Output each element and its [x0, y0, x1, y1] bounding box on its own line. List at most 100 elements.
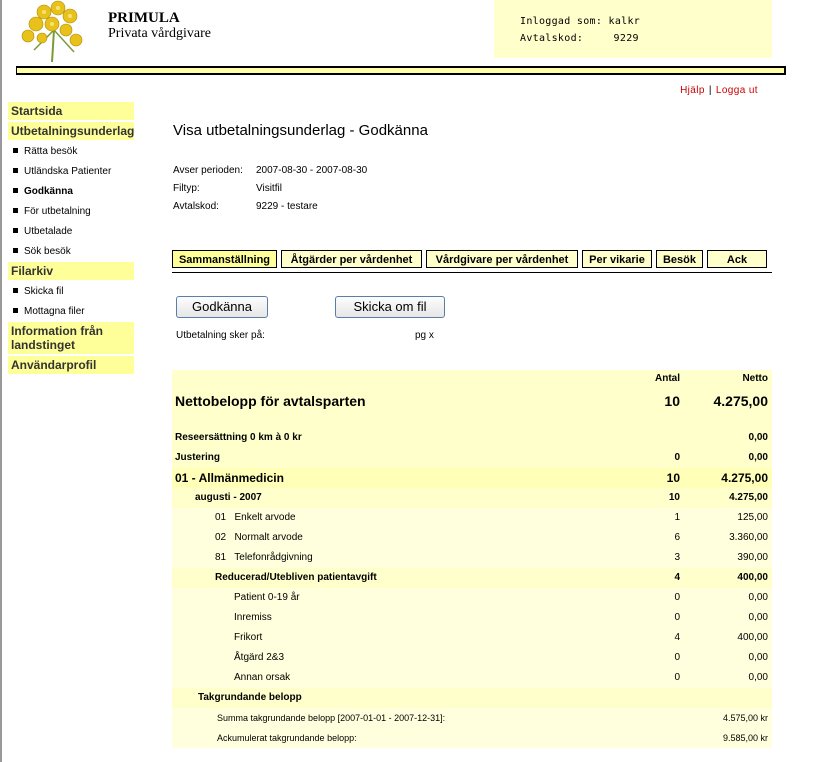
table-row-telefonradgivning: 81 Telefonrådgivning 3 390,00	[172, 548, 772, 568]
row-antal: 3	[674, 552, 680, 563]
sidebar-nav: Startsida Utbetalningsunderlag Rätta bes…	[8, 102, 134, 376]
table-row-normalt-arvode: 02 Normalt arvode 6 3.360,00	[172, 528, 772, 548]
page-title: Visa utbetalningsunderlag - Godkänna	[173, 122, 428, 139]
sidebar-item-mottagna-filer[interactable]: Mottagna filer	[8, 302, 134, 322]
row-antal: 1	[674, 512, 680, 523]
help-link[interactable]: Hjälp	[680, 85, 705, 96]
meta-key: Avtalskod:	[173, 201, 219, 212]
row-label: Ackumulerat takgrundande belopp:	[217, 733, 357, 743]
row-label: 81 Telefonrådgivning	[215, 552, 313, 563]
row-antal: 4	[674, 632, 680, 643]
logged-in-user: kalkr	[608, 16, 641, 27]
row-antal: 10	[668, 492, 680, 503]
brand: PRIMULA Privata vårdgivare	[108, 10, 211, 42]
payment-label: Utbetalning sker på:	[176, 330, 265, 341]
payment-value: pg x	[415, 330, 434, 341]
tab-sammanstallning[interactable]: Sammanställning	[172, 250, 277, 268]
row-netto: 400,00	[737, 632, 768, 643]
row-label: Reducerad/Utebliven patientavgift	[215, 572, 377, 583]
tab-ack[interactable]: Ack	[707, 250, 767, 268]
row-label: 02 Normalt arvode	[215, 532, 303, 543]
meta-value: 9229 - testare	[256, 201, 318, 212]
meta-row-period: Avser perioden: 2007-08-30 - 2007-08-30	[173, 162, 367, 180]
sidebar-item-utlandska-patienter[interactable]: Utländska Patienter	[8, 162, 134, 182]
row-netto: 0,00	[748, 452, 768, 463]
meta-row-avtalskod: Avtalskod: 9229 - testare	[173, 198, 367, 216]
row-netto: 390,00	[737, 552, 768, 563]
sidebar-item-label: Godkänna	[24, 186, 73, 197]
row-netto: 400,00	[737, 572, 768, 583]
table-row-reseersattning: Reseersättning 0 km à 0 kr 0,00	[172, 428, 772, 448]
top-links: Hjälp | Logga ut	[680, 85, 758, 96]
col-antal-header: Antal	[655, 373, 680, 384]
row-netto: 0,00	[748, 672, 768, 683]
sidebar-item-for-utbetalning[interactable]: För utbetalning	[8, 202, 134, 222]
tab-bar: Sammanställning Åtgärder per vårdenhet V…	[172, 250, 772, 273]
table-row-allmanmedicin: 01 - Allmänmedicin 10 4.275,00	[172, 468, 772, 488]
sidebar-head-anvandarprofil[interactable]: Användarprofil	[8, 356, 134, 374]
sidebar-item-label: Rätta besök	[24, 146, 78, 157]
meta-info: Avser perioden: 2007-08-30 - 2007-08-30 F…	[173, 162, 367, 216]
sidebar-item-utbetalade[interactable]: Utbetalade	[8, 222, 134, 242]
table-row-inremiss: Inremiss 0 0,00	[172, 608, 772, 628]
logged-in-label: Inloggad som:	[520, 16, 603, 27]
tab-atgarder-per-vardenhet[interactable]: Åtgärder per vårdenhet	[281, 250, 422, 268]
row-netto: 0,00	[748, 652, 768, 663]
meta-value: 2007-08-30 - 2007-08-30	[256, 165, 368, 176]
row-label: Åtgärd 2&3	[234, 652, 285, 663]
brand-subtitle: Privata vårdgivare	[108, 26, 212, 41]
row-netto: 0,00	[748, 612, 768, 623]
row-label: 01 Enkelt arvode	[215, 512, 296, 523]
tab-besok[interactable]: Besök	[656, 250, 703, 268]
row-netto: 0,00	[748, 592, 768, 603]
sidebar-head-startsida[interactable]: Startsida	[8, 102, 134, 120]
sidebar-item-sok-besok[interactable]: Sök besök	[8, 242, 134, 262]
sidebar-item-skicka-fil[interactable]: Skicka fil	[8, 282, 134, 302]
table-row-annan-orsak: Annan orsak 0 0,00	[172, 668, 772, 688]
sidebar-item-label: Sök besök	[24, 246, 71, 257]
link-separator: |	[708, 85, 712, 96]
primula-flower-logo	[21, 0, 83, 62]
row-netto: 4.275,00	[729, 492, 768, 503]
sidebar-item-ratta-besok[interactable]: Rätta besök	[8, 142, 134, 162]
meta-key: Avser perioden:	[173, 165, 243, 176]
bullet-icon	[13, 287, 18, 293]
tab-vardgivare-per-vardenhet[interactable]: Vårdgivare per vårdenhet	[426, 250, 578, 268]
row-netto: 0,00	[748, 432, 768, 443]
row-netto: 9.585,00 kr	[722, 733, 768, 743]
approve-button[interactable]: Godkänna	[176, 296, 268, 318]
bullet-icon	[13, 167, 18, 173]
row-netto: 4.575,00 kr	[722, 713, 768, 723]
row-netto: 125,00	[737, 512, 768, 523]
sidebar-item-godkanna[interactable]: Godkänna	[8, 182, 134, 202]
logged-in-row: Inloggad som: kalkr	[520, 16, 640, 27]
logout-link[interactable]: Logga ut	[716, 85, 758, 96]
summary-table: Antal Netto Nettobelopp för avtalsparten…	[172, 370, 772, 748]
row-antal: 6	[674, 532, 680, 543]
meta-row-filtyp: Filtyp: Visitfil	[173, 180, 367, 198]
row-antal: 10	[664, 393, 680, 409]
sidebar-head-filarkiv[interactable]: Filarkiv	[8, 262, 134, 280]
row-antal: 4	[674, 572, 680, 583]
bullet-icon	[13, 187, 18, 193]
table-row-frikort: Frikort 4 400,00	[172, 628, 772, 648]
table-row-justering: Justering 0 0,00	[172, 448, 772, 468]
row-antal: 0	[674, 452, 680, 463]
row-antal: 0	[674, 592, 680, 603]
table-row-nettobelopp: Nettobelopp för avtalsparten 10 4.275,00	[172, 388, 772, 414]
login-info-box: Inloggad som: kalkr Avtalskod: 9229	[494, 0, 772, 58]
sidebar-head-information[interactable]: Information från landstinget	[8, 322, 134, 354]
table-row-reducerad-patientavgift: Reducerad/Utebliven patientavgift 4 400,…	[172, 568, 772, 588]
table-row-augusti: augusti - 2007 10 4.275,00	[172, 488, 772, 508]
brand-title: PRIMULA	[108, 10, 180, 26]
resend-file-button[interactable]: Skicka om fil	[335, 296, 445, 318]
table-row-takgrundande: Takgrundande belopp	[172, 688, 772, 708]
table-row-summa-takgrundande: Summa takgrundande belopp [2007-01-01 - …	[172, 708, 772, 728]
tab-per-vikarie[interactable]: Per vikarie	[582, 250, 652, 268]
meta-value: Visitfil	[256, 183, 282, 194]
sidebar-head-utbetalningsunderlag[interactable]: Utbetalningsunderlag	[8, 122, 134, 140]
row-antal: 0	[674, 652, 680, 663]
window-left-border	[0, 0, 2, 762]
table-row-enkelt-arvode: 01 Enkelt arvode 1 125,00	[172, 508, 772, 528]
table-header-row: Antal Netto	[172, 370, 772, 388]
